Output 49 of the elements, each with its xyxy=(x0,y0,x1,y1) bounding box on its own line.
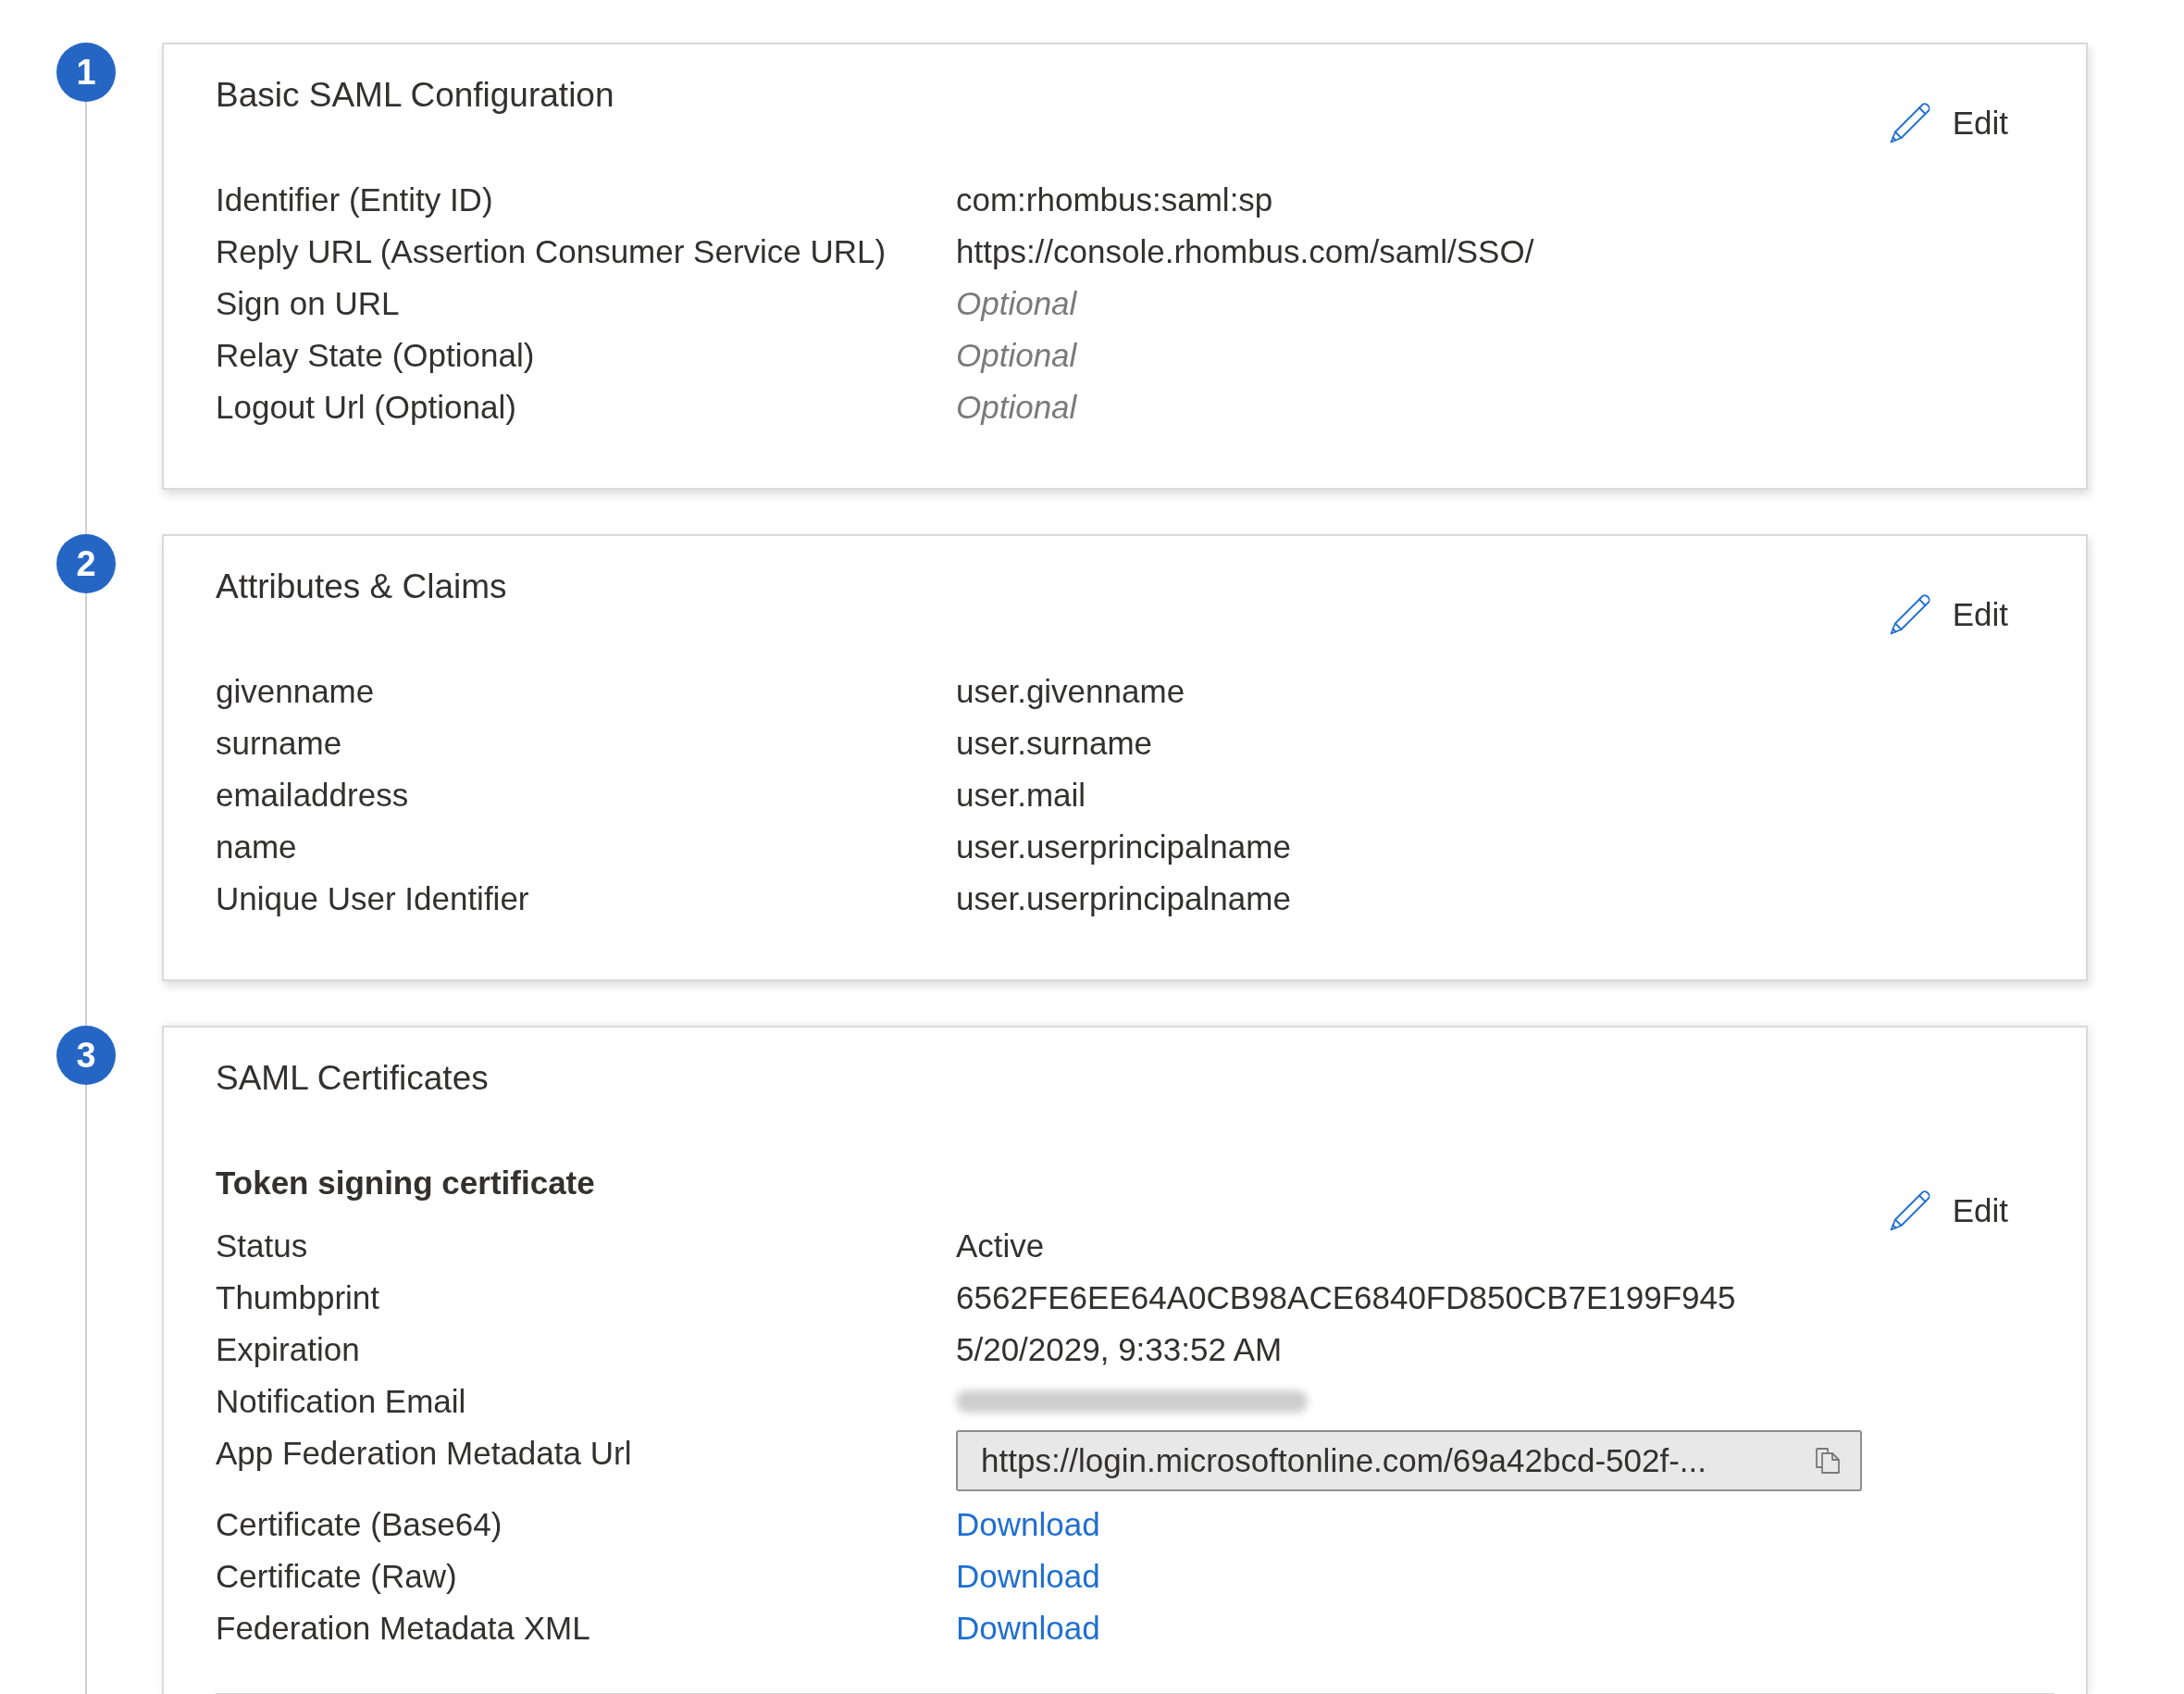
edit-button[interactable]: Edit xyxy=(1888,101,2031,145)
download-link[interactable]: Download xyxy=(956,1558,1100,1594)
field-label: Relay State (Optional) xyxy=(216,336,536,375)
optional-hint: Optional xyxy=(956,388,1077,427)
section-title: Attributes & Claims xyxy=(216,568,508,605)
field-label: Certificate (Base64) xyxy=(216,1505,503,1544)
field-value: 5/20/2029, 9:33:52 AM xyxy=(956,1330,1283,1369)
field-label: Federation Metadata XML xyxy=(216,1609,591,1648)
field-value: user.userprincipalname xyxy=(956,879,1291,918)
field-label: Status xyxy=(216,1227,309,1265)
field-value: user.surname xyxy=(956,724,1153,763)
pencil-icon[interactable] xyxy=(1888,102,1931,144)
download-link[interactable]: Download xyxy=(956,1610,1100,1646)
subsection-title: Token signing certificate xyxy=(216,1164,596,1202)
field-label: Identifier (Entity ID) xyxy=(216,181,494,219)
field-label: givenname xyxy=(216,672,376,711)
field-value: com:rhombus:saml:sp xyxy=(956,181,1273,219)
field-label: Notification Email xyxy=(216,1382,467,1421)
field-value: user.givenname xyxy=(956,672,1185,711)
download-link[interactable]: Download xyxy=(956,1506,1100,1542)
field-label: App Federation Metadata Url xyxy=(216,1434,633,1473)
edit-button[interactable]: Edit xyxy=(1888,592,2031,637)
section-title: Basic SAML Configuration xyxy=(216,77,615,114)
field-label: Thumbprint xyxy=(216,1278,381,1317)
pencil-icon[interactable] xyxy=(1888,593,1931,636)
field-value: Active xyxy=(956,1227,1045,1265)
pencil-icon[interactable] xyxy=(1888,1190,1931,1232)
field-value: 6562FE6EE64A0CB98ACE6840FD850CB7E199F945 xyxy=(956,1278,1736,1317)
field-label: Certificate (Raw) xyxy=(216,1557,458,1596)
field-label: Reply URL (Assertion Consumer Service URL) xyxy=(216,232,887,271)
field-value: user.mail xyxy=(956,776,1086,815)
step-marker: 1 xyxy=(56,43,116,102)
edit-button[interactable]: Edit xyxy=(1888,1189,2031,1233)
field-label: Logout Url (Optional) xyxy=(216,388,517,427)
field-label: name xyxy=(216,828,298,866)
field-label: surname xyxy=(216,724,343,763)
field-value: user.userprincipalname xyxy=(956,828,1291,866)
url-field[interactable]: https://login.microsoftonline.com/69a42bcd-502f-... xyxy=(956,1430,1862,1491)
field-label: Sign on URL xyxy=(216,284,401,323)
field-value: https://console.rhombus.com/saml/SSO/ xyxy=(956,232,1534,271)
optional-hint: Optional xyxy=(956,284,1077,323)
step-marker: 2 xyxy=(56,534,116,593)
section-title: SAML Certificates xyxy=(216,1060,490,1097)
step-marker: 3 xyxy=(56,1026,116,1085)
field-label: Unique User Identifier xyxy=(216,879,530,918)
copy-icon[interactable] xyxy=(1814,1447,1842,1475)
field-label: Expiration xyxy=(216,1330,361,1369)
optional-hint: Optional xyxy=(956,336,1077,375)
field-label: emailaddress xyxy=(216,776,410,815)
